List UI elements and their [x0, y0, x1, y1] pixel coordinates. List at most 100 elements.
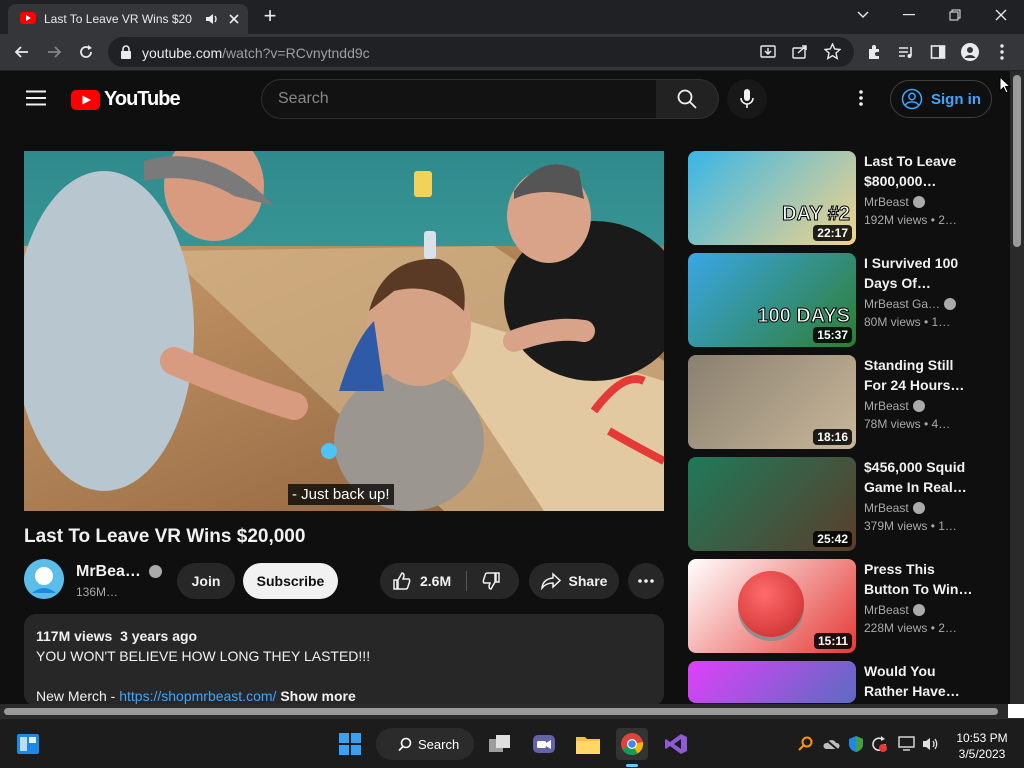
restore-icon[interactable]: [932, 0, 978, 30]
video-frame: [24, 151, 664, 511]
recommendation-title[interactable]: I Survived 100 Days Of…: [864, 253, 974, 293]
vertical-scroll-thumb[interactable]: [1013, 75, 1021, 247]
recommendation-title[interactable]: Standing Still For 24 Hours…: [864, 355, 974, 395]
more-actions-button[interactable]: [628, 563, 664, 599]
channel-avatar[interactable]: [24, 559, 64, 599]
channel-name[interactable]: MrBea…: [76, 563, 163, 581]
visual-studio-icon[interactable]: [660, 728, 692, 760]
tab-audio-icon[interactable]: [204, 11, 220, 27]
recommendation-title[interactable]: Last To Leave $800,000…: [864, 151, 974, 191]
youtube-logo[interactable]: YouTube: [71, 88, 181, 111]
show-more-button[interactable]: Show more: [280, 688, 355, 704]
description-merch-line: New Merch - https://shopmrbeast.com/ Sho…: [36, 688, 356, 704]
view-count-and-date: 117M views 3 years ago: [36, 628, 198, 644]
recommendation-title[interactable]: $456,000 Squid Game In Real…: [864, 457, 974, 497]
active-app-indicator: [626, 764, 638, 767]
thumbs-down-icon: [482, 572, 500, 590]
task-view-icon[interactable]: [484, 728, 516, 760]
join-button[interactable]: Join: [177, 563, 235, 599]
recommendation-item[interactable]: 18:16 Standing Still For 24 Hours… MrBeast…: [688, 355, 978, 449]
recommendation-thumbnail[interactable]: 25:42: [688, 457, 856, 551]
chrome-taskbar-icon[interactable]: [616, 728, 648, 760]
recommendation-title[interactable]: Would You Rather Have…: [864, 661, 974, 701]
like-button[interactable]: 2.6M: [392, 571, 451, 591]
close-window-icon[interactable]: [978, 0, 1024, 30]
video-duration: 15:37: [813, 327, 852, 343]
clock-time: 10:53 PM: [956, 731, 1008, 745]
forward-icon[interactable]: [40, 38, 68, 66]
display-icon[interactable]: [898, 736, 916, 752]
system-clock[interactable]: 10:53 PM 3/5/2023: [952, 730, 1012, 762]
widgets-icon[interactable]: [12, 728, 44, 760]
side-panel-icon[interactable]: [924, 38, 952, 66]
search-tray-icon[interactable]: [798, 736, 814, 752]
description-box[interactable]: 117M views 3 years ago YOU WON'T BELIEVE…: [24, 614, 664, 706]
logo-text: YouTube: [104, 88, 181, 110]
taskbar-search[interactable]: Search: [376, 728, 474, 760]
search-input[interactable]: [278, 90, 638, 108]
recommendation-thumbnail[interactable]: 18:16: [688, 355, 856, 449]
bookmark-star-icon[interactable]: [824, 43, 841, 60]
back-icon[interactable]: [8, 38, 36, 66]
recommendation-channel[interactable]: MrBeast: [864, 501, 925, 515]
dislike-button[interactable]: [481, 571, 501, 591]
video-player[interactable]: [24, 151, 664, 511]
file-explorer-icon[interactable]: [572, 728, 604, 760]
browser-tab[interactable]: Last To Leave VR Wins $20,000 - YouTube: [8, 4, 248, 34]
sync-alert-icon[interactable]: [870, 735, 888, 753]
tab-search-icon[interactable]: [840, 0, 886, 30]
account-icon: [901, 88, 923, 110]
lock-icon[interactable]: [120, 45, 132, 59]
sign-in-label: Sign in: [931, 90, 981, 108]
like-dislike-group: 2.6M: [380, 563, 519, 599]
recommendation-thumbnail[interactable]: 100 DAYS 15:37: [688, 253, 856, 347]
install-app-icon[interactable]: [760, 44, 776, 60]
start-button-icon[interactable]: [334, 728, 366, 760]
recommendation-channel[interactable]: MrBeast: [864, 399, 925, 413]
onedrive-icon[interactable]: [822, 737, 840, 751]
teams-chat-icon[interactable]: [528, 728, 560, 760]
recommendation-item[interactable]: 100 DAYS 15:37 I Survived 100 Days Of… MrBe…: [688, 253, 978, 347]
more-horizontal-icon: [638, 579, 654, 583]
url-text[interactable]: youtube.com/watch?v=RCvnytndd9c: [142, 45, 370, 61]
like-count: 2.6M: [420, 573, 452, 589]
merch-link[interactable]: https://shopmrbeast.com/: [119, 688, 276, 704]
share-page-icon[interactable]: [792, 44, 808, 60]
horizontal-scrollbar[interactable]: [0, 704, 1010, 718]
tab-close-icon[interactable]: [226, 11, 242, 27]
volume-icon[interactable]: [922, 736, 940, 752]
recommendation-channel[interactable]: MrBeast: [864, 195, 925, 209]
profile-icon[interactable]: [956, 38, 984, 66]
settings-more-icon[interactable]: [859, 90, 863, 106]
vertical-scrollbar[interactable]: [1010, 71, 1024, 704]
search-box[interactable]: [261, 79, 657, 119]
new-tab-button[interactable]: +: [258, 5, 282, 29]
recommendation-channel[interactable]: MrBeast Ga…: [864, 297, 957, 311]
share-button[interactable]: Share: [529, 563, 619, 599]
minimize-icon[interactable]: [886, 0, 932, 30]
security-icon[interactable]: [848, 735, 864, 753]
video-duration: 15:11: [813, 633, 852, 649]
address-bar[interactable]: youtube.com/watch?v=RCvnytndd9c: [108, 37, 854, 67]
reload-icon[interactable]: [72, 38, 100, 66]
recommendation-item[interactable]: 25:42 $456,000 Squid Game In Real… MrBeast…: [688, 457, 978, 551]
tab-title: Last To Leave VR Wins $20,000 - YouTube: [44, 12, 192, 26]
recommendation-thumbnail[interactable]: DAY #2 22:17: [688, 151, 856, 245]
recommendation-item[interactable]: DAY #2 22:17 Last To Leave $800,000… MrBeas…: [688, 151, 978, 245]
recommendation-item[interactable]: 15:11 Press This Button To Win… MrBeast 228…: [688, 559, 978, 653]
media-control-icon[interactable]: [892, 38, 920, 66]
recommendation-thumbnail[interactable]: [688, 661, 856, 703]
recommendation-channel[interactable]: MrBeast: [864, 603, 925, 617]
extensions-icon[interactable]: [860, 38, 888, 66]
recommendation-title[interactable]: Press This Button To Win…: [864, 559, 974, 599]
recommendation-thumbnail[interactable]: 15:11: [688, 559, 856, 653]
taskbar-search-label: Search: [418, 736, 460, 752]
microphone-icon: [740, 89, 754, 108]
voice-search-button[interactable]: [727, 79, 767, 119]
hamburger-menu-icon[interactable]: [26, 90, 46, 106]
subscribe-button[interactable]: Subscribe: [243, 563, 338, 599]
chrome-menu-icon[interactable]: [988, 38, 1016, 66]
horizontal-scroll-thumb[interactable]: [4, 708, 998, 715]
sign-in-button[interactable]: Sign in: [890, 80, 992, 118]
search-button[interactable]: [656, 79, 719, 119]
